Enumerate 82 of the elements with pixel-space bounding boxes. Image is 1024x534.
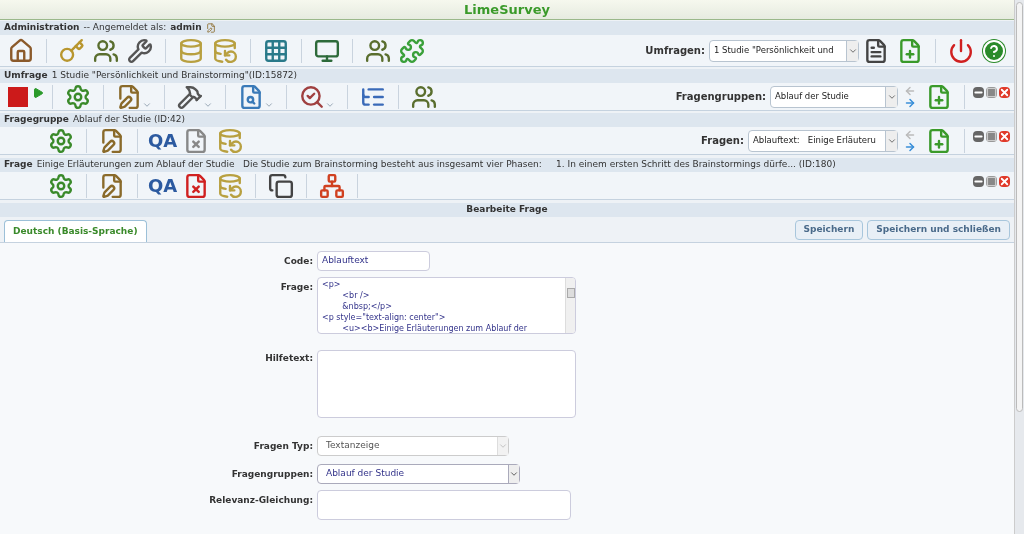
scrollbar[interactable]: [1014, 0, 1024, 534]
qa-icon[interactable]: QA: [146, 131, 180, 150]
field-label: Fragengruppen:: [231, 468, 313, 481]
qa-icon[interactable]: QA: [146, 176, 180, 195]
question-text-field[interactable]: <p> <br /> &nbsp;</p> <p style="text-align: center"> <u><b>Einige Erläuterungen zum Ablauf der: [317, 277, 576, 334]
close-icon[interactable]: [999, 87, 1010, 98]
add-document-icon[interactable]: [897, 37, 923, 64]
bar-info: 1 Studie "Persönlichkeit und Brainstorming"(ID:15872): [51, 69, 298, 83]
close-icon[interactable]: [999, 176, 1010, 187]
field-label: Frage:: [280, 281, 313, 294]
edit-document-icon[interactable]: [99, 172, 125, 199]
edit-document-icon[interactable]: [116, 83, 142, 110]
list-document-icon[interactable]: [863, 37, 889, 64]
code-line: <u><b>Einige Erläuterungen zum Ablauf der: [341, 323, 529, 333]
group-select[interactable]: Ablauf der Studie: [770, 85, 898, 108]
minimize-icon[interactable]: [973, 87, 984, 98]
relevance-field[interactable]: [317, 490, 571, 520]
settings-icon[interactable]: [65, 83, 91, 110]
users-icon[interactable]: [411, 83, 437, 110]
maximize-icon[interactable]: [986, 131, 997, 142]
field-label: Code:: [284, 255, 313, 268]
database-export-icon[interactable]: [212, 37, 238, 64]
bar-label: Administration: [4, 21, 80, 35]
question-select[interactable]: Ablauftext: Einige Erläuteru: [748, 129, 898, 152]
field-label: Fragen Typ:: [253, 440, 313, 453]
select-label: Umfragen:: [645, 44, 705, 58]
field-label: Hilfetext:: [265, 352, 313, 365]
database-export-icon[interactable]: [217, 172, 244, 199]
minimize-icon[interactable]: [973, 176, 984, 187]
bar-label: Fragegruppe: [4, 113, 69, 127]
bar-label: Umfrage: [4, 69, 48, 83]
code-field[interactable]: Ablauftext: [317, 251, 430, 271]
settings-document-icon[interactable]: [48, 127, 74, 154]
edit-document-icon[interactable]: [99, 127, 125, 154]
language-tab[interactable]: Deutsch (Basis-Sprache): [4, 220, 147, 242]
copy-icon[interactable]: [268, 172, 295, 199]
save-button[interactable]: Speichern: [794, 219, 864, 240]
dropdown-caret-icon[interactable]: [509, 469, 519, 479]
survey-select[interactable]: 1 Studie "Persönlichkeit und: [709, 39, 859, 62]
maximize-icon[interactable]: [986, 87, 997, 98]
code-line: <br />: [341, 290, 371, 301]
database-export-icon[interactable]: [217, 127, 244, 154]
stop-icon[interactable]: [8, 86, 28, 107]
section-title: Bearbeite Frage: [466, 203, 548, 217]
add-document-icon[interactable]: [926, 83, 952, 110]
help-icon[interactable]: [982, 38, 1006, 63]
grid-icon[interactable]: [263, 37, 289, 64]
minimize-icon[interactable]: [973, 131, 984, 142]
code-line: &nbsp;</p>: [341, 301, 393, 312]
close-icon[interactable]: [999, 131, 1010, 142]
bar-info: Ablauf der Studie (ID:42): [72, 113, 185, 127]
help-text-field[interactable]: [317, 350, 576, 418]
code-line: <p>: [322, 279, 342, 290]
settings-document-icon[interactable]: [48, 172, 74, 199]
select-label: Fragengruppen:: [675, 90, 766, 104]
monitor-icon[interactable]: [314, 37, 340, 64]
code-line: <p style="text-align: center">: [322, 312, 447, 323]
app-title: LimeSurvey: [464, 0, 550, 19]
users-icon[interactable]: [365, 37, 391, 64]
search-document-icon[interactable]: [238, 83, 264, 110]
users-icon[interactable]: [93, 37, 119, 64]
search-icon[interactable]: [299, 83, 325, 110]
diagram-icon[interactable]: [319, 172, 346, 199]
key-icon[interactable]: [59, 37, 85, 64]
home-icon[interactable]: [8, 37, 34, 64]
bar-label: Frage: [4, 158, 33, 172]
maximize-icon[interactable]: [986, 176, 997, 187]
login-info: -- Angemeldet als:: [83, 21, 167, 35]
database-icon[interactable]: [178, 37, 204, 64]
scrollbar[interactable]: [565, 278, 575, 333]
type-select[interactable]: Ablauf der Studie: [317, 464, 520, 484]
select-label: Fragen:: [701, 134, 744, 148]
field-label: Relevanz-Gleichung:: [209, 494, 313, 507]
save-button[interactable]: Speichern und schließen: [867, 219, 1010, 240]
pencil-icon[interactable]: [205, 23, 216, 33]
add-document-icon[interactable]: [926, 127, 952, 154]
type-select: Textanzeige: [317, 436, 509, 456]
puzzle-icon[interactable]: [399, 37, 425, 64]
play-icon[interactable]: [32, 87, 44, 99]
bar-info: Einige Erläuterungen zum Ablauf der Studie Die Studie zum Brainstorming besteht aus insgesamt vier Phasen: 1. In einem ersten Schritt des Brainstormings dürfe... (ID:180): [36, 158, 836, 172]
power-icon[interactable]: [948, 37, 974, 64]
user-name: admin: [170, 21, 202, 35]
